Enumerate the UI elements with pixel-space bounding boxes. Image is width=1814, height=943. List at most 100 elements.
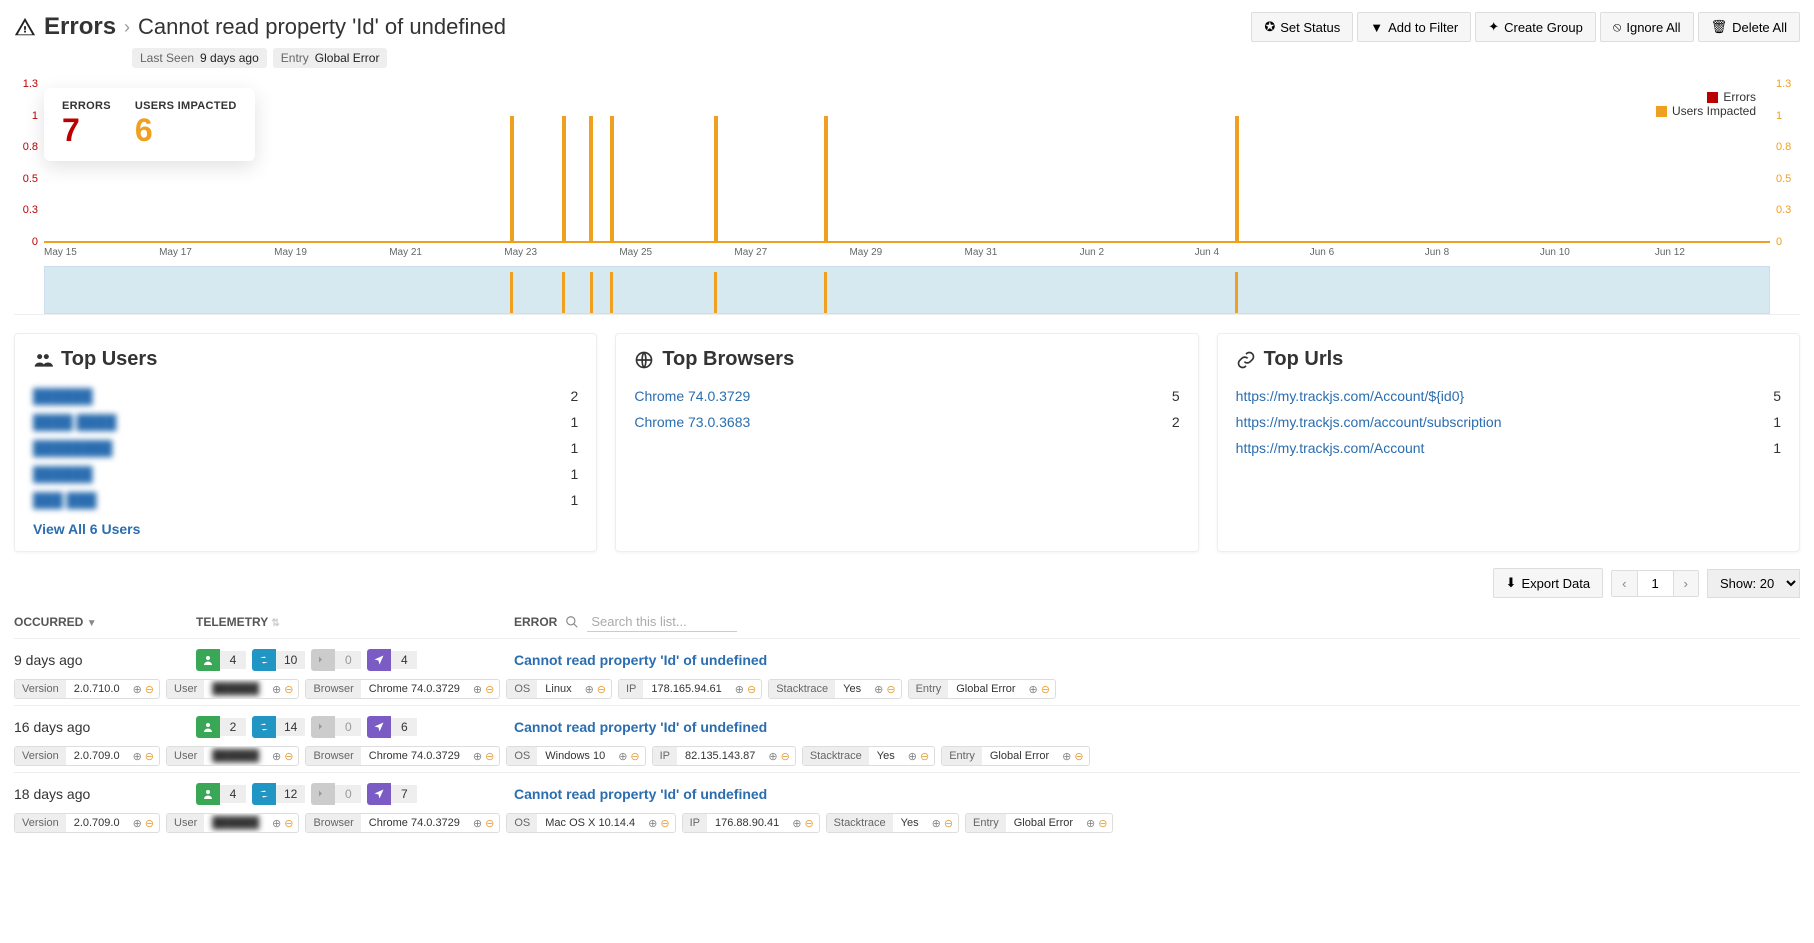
url-row[interactable]: https://my.trackjs.com/Account1 [1236, 435, 1781, 461]
tag-remove-icon[interactable]: ⊖ [804, 817, 813, 830]
tag-remove-icon[interactable]: ⊖ [660, 817, 669, 830]
tag-remove-icon[interactable]: ⊖ [145, 750, 154, 763]
tag-browser[interactable]: BrowserChrome 74.0.3729⊕⊖ [305, 746, 500, 766]
tag-version[interactable]: Version2.0.710.0⊕⊖ [14, 679, 160, 699]
prev-page-button[interactable]: ‹ [1612, 571, 1637, 596]
tag-add-icon[interactable]: ⊕ [648, 817, 657, 830]
tel-nav[interactable]: 4 [367, 649, 417, 671]
tag-version[interactable]: Version2.0.709.0⊕⊖ [14, 746, 160, 766]
create-group-button[interactable]: ✦Create Group [1475, 12, 1596, 42]
error-link[interactable]: Cannot read property 'Id' of undefined [514, 652, 767, 668]
tag-os[interactable]: OSWindows 10⊕⊖ [506, 746, 645, 766]
browser-name[interactable]: Chrome 73.0.3683 [634, 414, 750, 430]
tag-remove-icon[interactable]: ⊖ [886, 683, 895, 696]
next-page-button[interactable]: › [1674, 571, 1698, 596]
add-filter-button[interactable]: ▼Add to Filter [1357, 12, 1471, 42]
tag-browser[interactable]: BrowserChrome 74.0.3729⊕⊖ [305, 813, 500, 833]
col-telemetry[interactable]: TELEMETRY ⇅ [196, 615, 474, 629]
tag-remove-icon[interactable]: ⊖ [1041, 683, 1050, 696]
tag-remove-icon[interactable]: ⊖ [485, 683, 494, 696]
tag-user[interactable]: User██████⊕⊖ [166, 746, 299, 766]
tag-add-icon[interactable]: ⊕ [473, 750, 482, 763]
url-row[interactable]: https://my.trackjs.com/Account/${id0}5 [1236, 383, 1781, 409]
tel-console[interactable]: 0 [311, 649, 361, 671]
user-name[interactable]: ███ ███ [33, 492, 96, 508]
tag-ip[interactable]: IP178.165.94.61⊕⊖ [618, 679, 762, 699]
tag-add-icon[interactable]: ⊕ [618, 750, 627, 763]
tag-entry[interactable]: EntryGlobal Error⊕⊖ [941, 746, 1089, 766]
tel-network[interactable]: 14 [252, 716, 305, 738]
tag-add-icon[interactable]: ⊕ [768, 750, 777, 763]
tag-stacktrace[interactable]: StacktraceYes⊕⊖ [826, 813, 959, 833]
tag-entry[interactable]: EntryGlobal Error⊕⊖ [908, 679, 1056, 699]
col-occurred[interactable]: OCCURRED ▼ [14, 615, 156, 629]
user-name[interactable]: ██████ [33, 388, 93, 404]
tel-user[interactable]: 4 [196, 649, 246, 671]
user-row[interactable]: ██████2 [33, 383, 578, 409]
tel-nav[interactable]: 7 [367, 783, 417, 805]
main-chart[interactable]: 1.310.80.50.30 1.310.80.50.30 May 15May … [14, 78, 1800, 258]
tag-add-icon[interactable]: ⊕ [272, 750, 281, 763]
tag-add-icon[interactable]: ⊕ [272, 817, 281, 830]
tag-remove-icon[interactable]: ⊖ [920, 750, 929, 763]
tag-remove-icon[interactable]: ⊖ [597, 683, 606, 696]
tag-add-icon[interactable]: ⊕ [133, 817, 142, 830]
tag-stacktrace[interactable]: StacktraceYes⊕⊖ [768, 679, 901, 699]
tag-entry[interactable]: EntryGlobal Error⊕⊖ [965, 813, 1113, 833]
tag-remove-icon[interactable]: ⊖ [145, 683, 154, 696]
tag-add-icon[interactable]: ⊕ [133, 750, 142, 763]
tag-remove-icon[interactable]: ⊖ [944, 817, 953, 830]
tel-network[interactable]: 10 [252, 649, 305, 671]
tag-add-icon[interactable]: ⊕ [585, 683, 594, 696]
user-name[interactable]: ██████ [33, 466, 93, 482]
url-name[interactable]: https://my.trackjs.com/Account [1236, 440, 1425, 456]
show-count-select[interactable]: Show: 20 [1707, 569, 1800, 598]
tag-remove-icon[interactable]: ⊖ [485, 817, 494, 830]
chart-minimap[interactable] [44, 266, 1770, 314]
tag-add-icon[interactable]: ⊕ [792, 817, 801, 830]
page-input[interactable] [1638, 571, 1674, 596]
tag-remove-icon[interactable]: ⊖ [485, 750, 494, 763]
tel-network[interactable]: 12 [252, 783, 305, 805]
tag-stacktrace[interactable]: StacktraceYes⊕⊖ [802, 746, 935, 766]
tag-add-icon[interactable]: ⊕ [874, 683, 883, 696]
tag-add-icon[interactable]: ⊕ [473, 817, 482, 830]
error-link[interactable]: Cannot read property 'Id' of undefined [514, 719, 767, 735]
tag-remove-icon[interactable]: ⊖ [747, 683, 756, 696]
tag-add-icon[interactable]: ⊕ [908, 750, 917, 763]
tel-user[interactable]: 4 [196, 783, 246, 805]
tag-os[interactable]: OSLinux⊕⊖ [506, 679, 612, 699]
tag-entry[interactable]: EntryGlobal Error [273, 48, 388, 68]
set-status-button[interactable]: ✪Set Status [1251, 12, 1353, 42]
tag-add-icon[interactable]: ⊕ [932, 817, 941, 830]
tag-last-seen[interactable]: Last Seen9 days ago [132, 48, 267, 68]
browser-row[interactable]: Chrome 74.0.37295 [634, 383, 1179, 409]
view-all-users-link[interactable]: View All 6 Users [33, 521, 140, 537]
tag-remove-icon[interactable]: ⊖ [284, 683, 293, 696]
tel-user[interactable]: 2 [196, 716, 246, 738]
browser-row[interactable]: Chrome 73.0.36832 [634, 409, 1179, 435]
url-row[interactable]: https://my.trackjs.com/account/subscript… [1236, 409, 1781, 435]
user-row[interactable]: ████ ████1 [33, 409, 578, 435]
search-input[interactable] [587, 612, 737, 632]
tel-console[interactable]: 0 [311, 716, 361, 738]
tag-remove-icon[interactable]: ⊖ [145, 817, 154, 830]
tag-add-icon[interactable]: ⊕ [272, 683, 281, 696]
browser-name[interactable]: Chrome 74.0.3729 [634, 388, 750, 404]
user-name[interactable]: ████████ [33, 440, 112, 456]
tag-ip[interactable]: IP176.88.90.41⊕⊖ [682, 813, 820, 833]
export-button[interactable]: ⬇Export Data [1493, 568, 1604, 598]
tag-add-icon[interactable]: ⊕ [1086, 817, 1095, 830]
ignore-all-button[interactable]: ⦸Ignore All [1600, 12, 1694, 42]
user-row[interactable]: ████████1 [33, 435, 578, 461]
tag-browser[interactable]: BrowserChrome 74.0.3729⊕⊖ [305, 679, 500, 699]
tag-add-icon[interactable]: ⊕ [1062, 750, 1071, 763]
tag-remove-icon[interactable]: ⊖ [1074, 750, 1083, 763]
tag-os[interactable]: OSMac OS X 10.14.4⊕⊖ [506, 813, 675, 833]
tag-remove-icon[interactable]: ⊖ [781, 750, 790, 763]
tag-remove-icon[interactable]: ⊖ [630, 750, 639, 763]
tag-add-icon[interactable]: ⊕ [735, 683, 744, 696]
error-link[interactable]: Cannot read property 'Id' of undefined [514, 786, 767, 802]
tel-nav[interactable]: 6 [367, 716, 417, 738]
tag-add-icon[interactable]: ⊕ [1029, 683, 1038, 696]
